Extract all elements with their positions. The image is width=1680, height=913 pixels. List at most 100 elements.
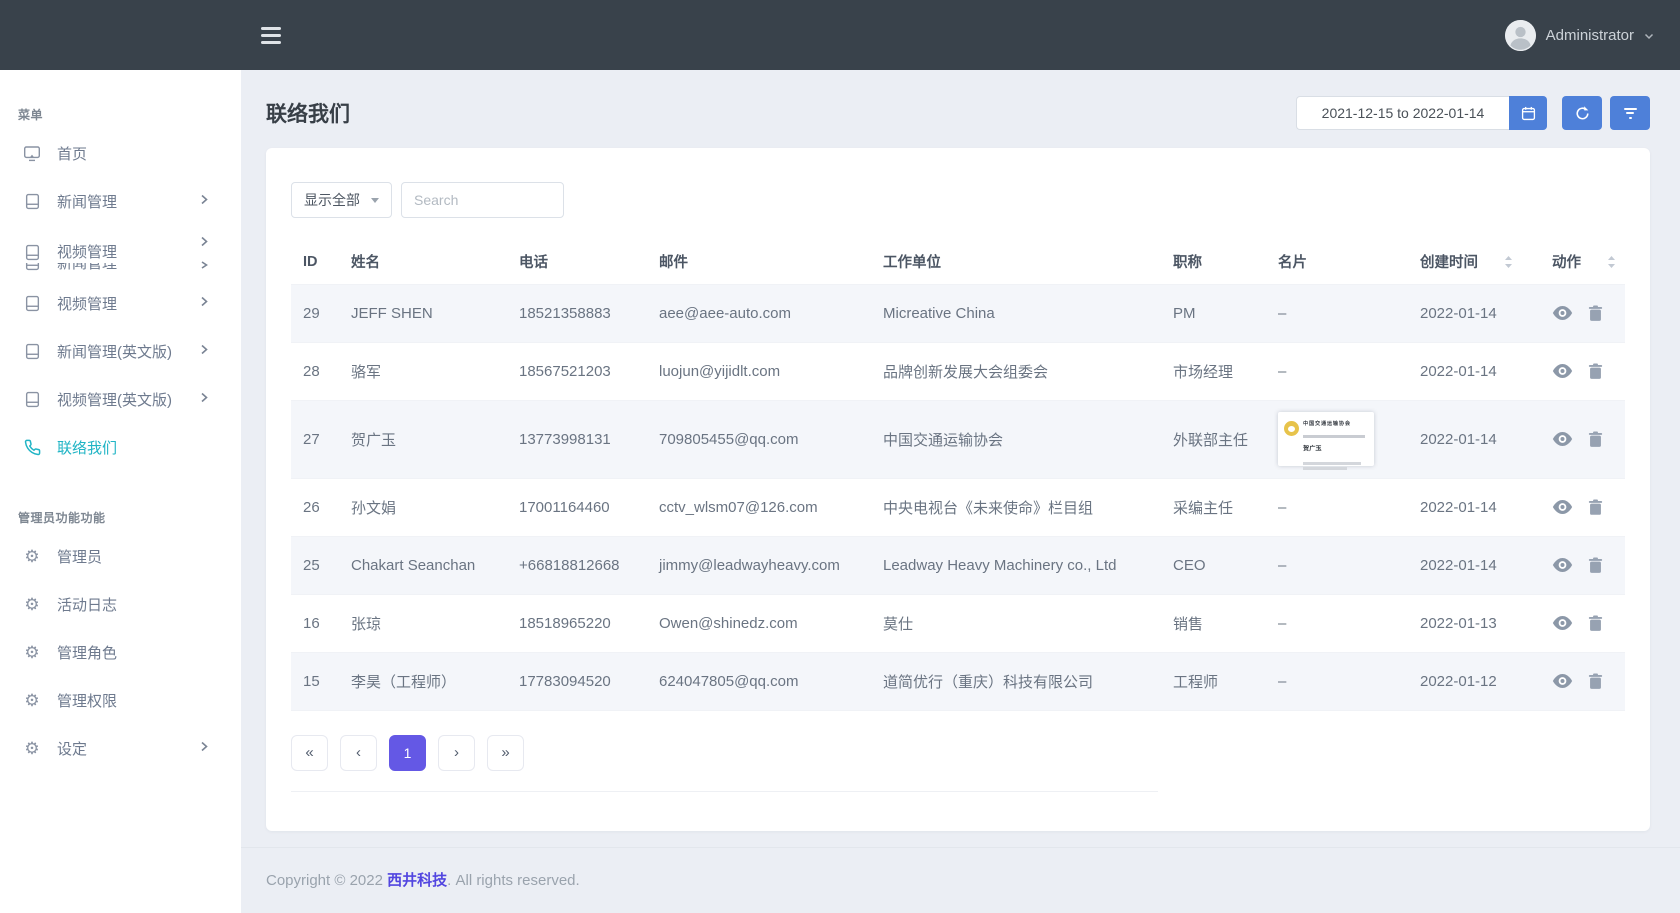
- trash-icon: [1588, 305, 1603, 322]
- view-button[interactable]: [1552, 615, 1573, 631]
- col-header-actions[interactable]: 动作: [1540, 240, 1625, 284]
- view-button[interactable]: [1552, 499, 1573, 515]
- table-row: 29JEFF SHEN 18521358883aee@aee-auto.com …: [291, 284, 1625, 342]
- book-icon: [22, 244, 42, 261]
- page-1-button[interactable]: 1: [389, 735, 426, 771]
- trash-icon: [1588, 363, 1603, 380]
- chevron-right-icon: [200, 235, 209, 252]
- delete-button[interactable]: [1588, 615, 1603, 632]
- sidebar-item-label: 新闻管理: [57, 191, 117, 212]
- sidebar-item-settings[interactable]: ⚙ 设定: [0, 724, 241, 772]
- sidebar-item-admins[interactable]: ⚙ 管理员: [0, 532, 241, 580]
- chevron-right-icon: [200, 257, 209, 274]
- show-all-select[interactable]: 显示全部: [291, 182, 392, 218]
- calendar-button[interactable]: [1509, 96, 1547, 130]
- col-header-phone: 电话: [507, 240, 647, 284]
- delete-button[interactable]: [1588, 673, 1603, 690]
- table-row: 28骆军 18567521203luojun@yijidlt.com 品牌创新发…: [291, 342, 1625, 400]
- last-page-button[interactable]: »: [487, 735, 524, 771]
- sidebar-item-label: 视频管理: [57, 293, 117, 314]
- next-page-button[interactable]: ›: [438, 735, 475, 771]
- book-icon: [22, 343, 42, 360]
- refresh-icon: [1575, 106, 1590, 121]
- top-navbar: Administrator: [0, 0, 1680, 70]
- main-content: 联络我们: [241, 70, 1680, 913]
- delete-button[interactable]: [1588, 305, 1603, 322]
- view-button[interactable]: [1552, 431, 1573, 447]
- view-button[interactable]: [1552, 363, 1573, 379]
- sidebar-item-label: 设定: [57, 738, 87, 759]
- view-button[interactable]: [1552, 557, 1573, 573]
- delete-button[interactable]: [1588, 431, 1603, 448]
- sidebar-item-roles[interactable]: ⚙ 管理角色: [0, 628, 241, 676]
- sort-icon[interactable]: [1607, 255, 1616, 269]
- divider: [291, 791, 1158, 792]
- sidebar-item-video-en[interactable]: 视频管理(英文版): [0, 375, 241, 423]
- prev-page-button[interactable]: ‹: [340, 735, 377, 771]
- trash-icon: [1588, 557, 1603, 574]
- view-button[interactable]: [1552, 305, 1573, 321]
- sidebar-item-label: 管理角色: [57, 642, 117, 663]
- col-header-name: 姓名: [339, 240, 507, 284]
- sidebar-item-label: 视频管理(英文版): [57, 389, 172, 410]
- trash-icon: [1588, 499, 1603, 516]
- col-header-created[interactable]: 创建时间: [1408, 240, 1540, 284]
- business-card-thumbnail[interactable]: 中国交通运输协会 贺广玉: [1278, 412, 1374, 466]
- caret-down-icon: [371, 198, 379, 203]
- card-org: 中国交通运输协会: [1303, 419, 1351, 427]
- calendar-icon: [1521, 106, 1536, 121]
- trash-icon: [1588, 673, 1603, 690]
- username: Administrator: [1546, 27, 1634, 44]
- sidebar-item-permissions[interactable]: ⚙ 管理权限: [0, 676, 241, 724]
- brand-link[interactable]: 西井科技: [387, 872, 447, 889]
- sidebar-item-video-glitch[interactable]: 新闻管理 视频管理: [0, 225, 241, 279]
- phone-icon: [22, 439, 42, 456]
- sidebar-item-label: 管理权限: [57, 690, 117, 711]
- eye-icon: [1552, 363, 1573, 379]
- filter-icon: [1624, 105, 1637, 121]
- chevron-right-icon: [200, 295, 209, 312]
- page-title: 联络我们: [266, 98, 350, 128]
- date-range-input[interactable]: [1296, 96, 1509, 130]
- first-page-button[interactable]: «: [291, 735, 328, 771]
- sidebar-item-home[interactable]: 首页: [0, 129, 241, 177]
- refresh-button[interactable]: [1562, 96, 1602, 130]
- gear-icon: ⚙: [22, 596, 42, 613]
- view-button[interactable]: [1552, 673, 1573, 689]
- eye-icon: [1552, 673, 1573, 689]
- sidebar-item-label: 活动日志: [57, 594, 117, 615]
- table-row: 26孙文娟 17001164460cctv_wlsm07@126.com 中央电…: [291, 478, 1625, 536]
- user-menu[interactable]: Administrator: [1505, 20, 1654, 51]
- eye-icon: [1552, 615, 1573, 631]
- sidebar-item-label: 管理员: [57, 546, 102, 567]
- gear-icon: ⚙: [22, 644, 42, 661]
- delete-button[interactable]: [1588, 363, 1603, 380]
- chevron-right-icon: [200, 193, 209, 210]
- sidebar-item-news[interactable]: 新闻管理: [0, 177, 241, 225]
- chevron-right-icon: [200, 343, 209, 360]
- chevron-right-icon: [200, 740, 209, 757]
- avatar: [1505, 20, 1536, 51]
- sidebar-item-news-en[interactable]: 新闻管理(英文版): [0, 327, 241, 375]
- sort-icon[interactable]: [1504, 255, 1513, 269]
- trash-icon: [1588, 615, 1603, 632]
- sidebar-item-label: 联络我们: [57, 437, 117, 458]
- delete-button[interactable]: [1588, 557, 1603, 574]
- sidebar-item-activity-log[interactable]: ⚙ 活动日志: [0, 580, 241, 628]
- col-header-title: 职称: [1161, 240, 1266, 284]
- table-row: 27贺广玉 13773998131709805455@qq.com 中国交通运输…: [291, 400, 1625, 478]
- hamburger-icon[interactable]: [261, 23, 283, 48]
- sidebar-item-contact-us[interactable]: 联络我们: [0, 423, 241, 471]
- chevron-down-icon: [1644, 33, 1654, 40]
- filter-button[interactable]: [1610, 96, 1650, 130]
- col-header-card: 名片: [1266, 240, 1408, 284]
- sidebar-item-label: 视频管理: [57, 241, 117, 263]
- eye-icon: [1552, 499, 1573, 515]
- copyright-text: Copyright © 2022: [266, 872, 387, 889]
- search-input[interactable]: [401, 182, 564, 218]
- sidebar-section-label: 管理员功能功能: [0, 471, 241, 532]
- sidebar-section-label: 菜单: [0, 70, 241, 129]
- delete-button[interactable]: [1588, 499, 1603, 516]
- gear-icon: ⚙: [22, 740, 42, 757]
- sidebar-item-video[interactable]: 视频管理: [0, 279, 241, 327]
